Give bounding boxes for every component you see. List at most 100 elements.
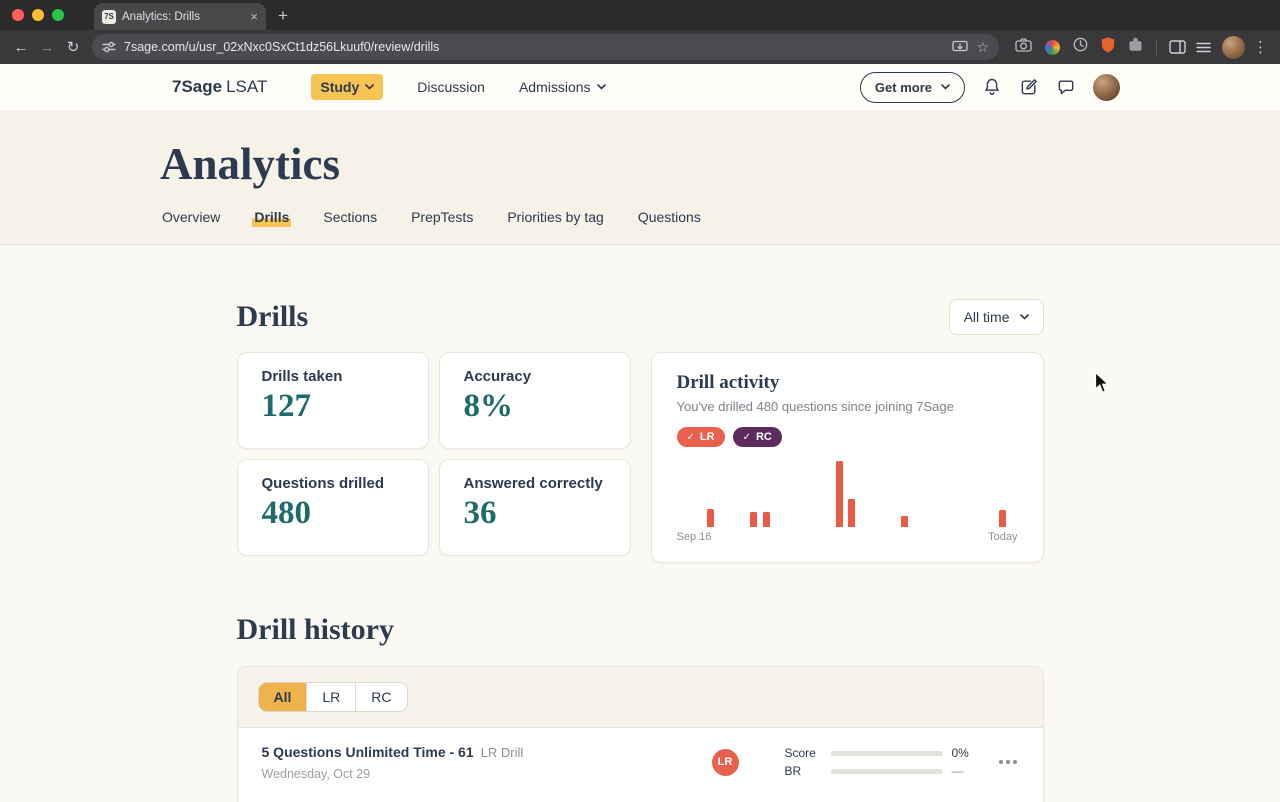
browser-tab[interactable]: 7S Analytics: Drills × — [94, 3, 266, 30]
compose-pencil-icon[interactable] — [1019, 77, 1039, 97]
user-avatar[interactable] — [1093, 73, 1120, 101]
stat-label: Drills taken — [261, 368, 343, 385]
stat-card-answered-correctly: Answered correctly 36 — [438, 459, 631, 556]
drill-row-type: LR Drill — [480, 744, 524, 760]
row-menu-ellipsis-icon[interactable] — [997, 754, 1019, 770]
stat-label: Questions drilled — [261, 475, 385, 492]
browser-toolbar: ← → ↻ 7sage.com/u/usr_02xNxc0SxCt1dz56Lk… — [0, 30, 1280, 64]
drill-type-badge: LR — [711, 748, 739, 776]
window-zoom-button[interactable] — [52, 9, 64, 21]
activity-bar — [900, 516, 908, 527]
sidebar-panel-icon[interactable] — [1164, 34, 1190, 60]
stat-value: 8% — [463, 388, 514, 424]
tab-title: Analytics: Drills — [122, 10, 200, 23]
browser-chrome: 7S Analytics: Drills × + ← → ↻ 7sage.com… — [0, 0, 1280, 64]
notifications-bell-icon[interactable] — [982, 77, 1002, 97]
nav-item-label: Study — [320, 79, 360, 95]
get-more-button[interactable]: Get more — [859, 71, 965, 103]
extension-icons — [1015, 37, 1143, 58]
stat-value: 480 — [261, 495, 312, 531]
logo-secondary: LSAT — [226, 77, 268, 96]
activity-subtitle: You've drilled 480 questions since joini… — [676, 399, 954, 414]
activity-bar — [847, 499, 855, 527]
window-close-button[interactable] — [12, 9, 24, 21]
media-controls-icon[interactable] — [1190, 34, 1216, 60]
nav-item-admissions[interactable]: Admissions — [519, 79, 606, 95]
history-filter-segmented-control: All LR RC — [257, 682, 408, 712]
br-label: BR — [784, 764, 802, 778]
screen: 7S Analytics: Drills × + ← → ↻ 7sage.com… — [0, 0, 1280, 802]
stat-card-questions-drilled: Questions drilled 480 — [236, 459, 429, 556]
score-label: Score — [784, 746, 816, 760]
stat-label: Answered correctly — [463, 475, 603, 492]
bookmark-star-icon[interactable]: ☆ — [976, 40, 989, 54]
drill-row-date: Wednesday, Oct 29 — [261, 766, 371, 781]
drill-row-title[interactable]: 5 Questions Unlimited Time - 61 — [262, 744, 474, 760]
camera-extension-icon[interactable] — [1015, 37, 1032, 57]
activity-bar — [762, 512, 770, 527]
extensions-puzzle-icon[interactable] — [1128, 37, 1143, 57]
activity-bar — [749, 512, 757, 527]
chevron-down-icon — [365, 84, 375, 90]
tab-close-icon[interactable]: × — [250, 10, 258, 23]
tab-questions[interactable]: Questions — [636, 207, 703, 227]
address-bar[interactable]: 7sage.com/u/usr_02xNxc0SxCt1dz56Lkuuf0/r… — [92, 34, 999, 60]
install-app-icon[interactable] — [952, 40, 969, 54]
site-info-icon[interactable] — [102, 40, 116, 54]
history-extension-icon[interactable] — [1073, 37, 1088, 57]
back-button[interactable]: ← — [8, 34, 34, 60]
nav-item-study[interactable]: Study — [311, 74, 384, 100]
password-extension-icon[interactable] — [1045, 39, 1060, 55]
stat-value: 36 — [463, 495, 497, 531]
score-value: 0% — [951, 746, 969, 760]
stat-card-accuracy: Accuracy 8% — [438, 352, 631, 449]
traffic-lights — [12, 9, 64, 21]
chat-bubble-icon[interactable] — [1056, 77, 1076, 97]
reload-button[interactable]: ↻ — [60, 34, 86, 60]
stat-value: 127 — [261, 388, 312, 424]
drills-section-title: Drills — [236, 300, 309, 333]
axis-label-end: Today — [988, 531, 1018, 543]
analytics-tabs: Overview Drills Sections PrepTests Prior… — [160, 207, 1120, 244]
chevron-down-icon — [1019, 314, 1029, 320]
drill-history-title: Drill history — [236, 613, 395, 646]
check-icon: ✓ — [686, 431, 695, 443]
chevron-down-icon — [941, 84, 950, 90]
main-nav: Study Discussion Admissions — [311, 74, 606, 100]
analytics-hero: Analytics Overview Drills Sections PrepT… — [0, 110, 1280, 245]
get-more-label: Get more — [874, 79, 932, 95]
tab-sections[interactable]: Sections — [321, 207, 379, 227]
shield-extension-icon[interactable] — [1101, 37, 1115, 58]
browser-profile-avatar[interactable] — [1222, 35, 1245, 59]
browser-menu-kebab-icon[interactable]: ⋮ — [1253, 38, 1268, 56]
segment-lr[interactable]: LR — [307, 683, 357, 711]
segment-all[interactable]: All — [258, 683, 308, 711]
tab-priorities-by-tag[interactable]: Priorities by tag — [505, 207, 605, 227]
site-logo[interactable]: 7Sage LSAT — [172, 77, 267, 97]
main-content: Drills All time Drills taken 127 Accurac… — [0, 245, 1280, 802]
stat-card-drills-taken: Drills taken 127 — [236, 352, 429, 449]
activity-bar — [706, 509, 714, 527]
time-filter-dropdown[interactable]: All time — [948, 299, 1044, 335]
tab-overview[interactable]: Overview — [160, 207, 222, 227]
segment-rc[interactable]: RC — [356, 683, 407, 711]
pill-label: RC — [755, 431, 772, 443]
tab-preptests[interactable]: PrepTests — [409, 207, 475, 227]
toolbar-divider — [1156, 39, 1157, 55]
forward-button[interactable]: → — [34, 34, 60, 60]
drill-activity-card: Drill activity You've drilled 480 questi… — [650, 352, 1044, 563]
new-tab-button[interactable]: + — [278, 6, 288, 26]
history-row[interactable]: 5 Questions Unlimited Time - 61 LR Drill… — [237, 728, 1043, 796]
tab-drills[interactable]: Drills — [252, 207, 292, 227]
tab-strip: 7S Analytics: Drills × + — [0, 0, 1280, 30]
nav-item-discussion[interactable]: Discussion — [417, 79, 485, 95]
time-filter-value: All time — [963, 309, 1010, 325]
stat-label: Accuracy — [463, 368, 532, 385]
filter-pill-lr[interactable]: ✓ LR — [676, 427, 725, 447]
filter-pill-rc[interactable]: ✓ RC — [732, 427, 782, 447]
url-text[interactable]: 7sage.com/u/usr_02xNxc0SxCt1dz56Lkuuf0/r… — [124, 40, 944, 54]
drill-history-card: All LR RC 5 Questions Unlimited Time - 6… — [236, 666, 1044, 802]
window-minimize-button[interactable] — [32, 9, 44, 21]
tab-favicon: 7S — [102, 9, 116, 24]
drill-row-scores: Score 0% BR — — [785, 742, 974, 782]
